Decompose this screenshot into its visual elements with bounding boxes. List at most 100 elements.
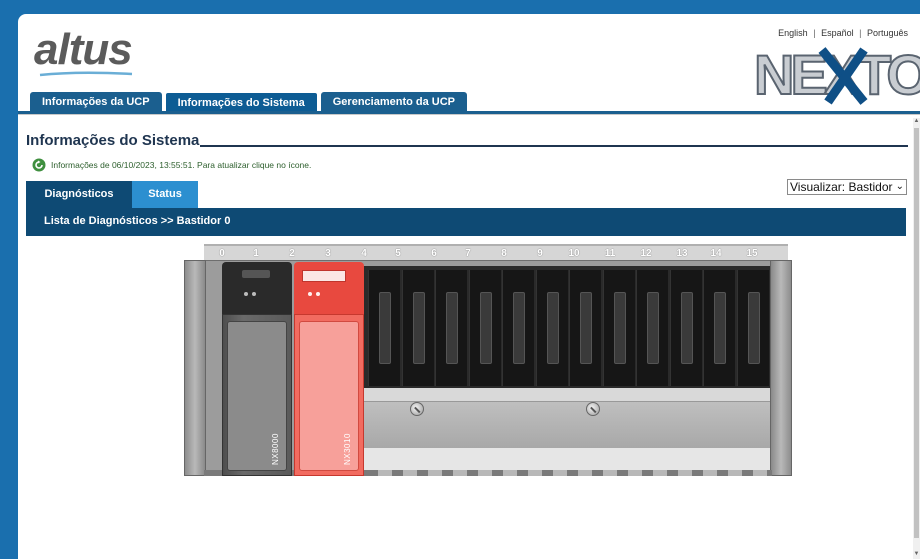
scroll-up-icon[interactable]: ▲ [913, 118, 920, 126]
refresh-icon[interactable] [32, 158, 46, 172]
slot-connector [412, 292, 425, 364]
tab-ucp-info[interactable]: Informações da UCP [30, 92, 162, 112]
lang-espanol[interactable]: Español [821, 28, 854, 38]
info-text: Informações de 06/10/2023, 13:55:51. Par… [51, 160, 312, 170]
tab-status[interactable]: Status [132, 181, 198, 208]
rack-plate [364, 402, 770, 448]
logo-text: altus [34, 25, 133, 74]
empty-slot[interactable] [569, 270, 601, 386]
empty-slot[interactable] [636, 270, 668, 386]
rack-left-end [184, 260, 206, 476]
empty-slot[interactable] [401, 270, 434, 386]
empty-slot[interactable] [435, 270, 467, 386]
module-nx3010[interactable]: NX3010 [294, 262, 364, 476]
slot-connector [379, 292, 391, 364]
slot-number: 0 [219, 248, 225, 259]
led-icon [244, 292, 248, 296]
empty-slot[interactable] [669, 270, 702, 386]
empty-slot[interactable] [502, 270, 534, 386]
slot-connector [546, 292, 559, 364]
lang-separator: | [859, 28, 862, 38]
empty-slot[interactable] [602, 270, 635, 386]
slot-number: 13 [676, 248, 688, 259]
led-icon [316, 292, 320, 296]
page-title: Informações do Sistema [26, 132, 200, 149]
rack-foot [503, 470, 517, 476]
rack-foot [553, 470, 567, 476]
scroll-down-icon[interactable]: ▼ [913, 551, 920, 559]
module-connector [242, 270, 270, 278]
rack-foot [378, 470, 392, 476]
slot-number: 12 [640, 248, 652, 259]
rack-foot [728, 470, 742, 476]
vertical-scrollbar[interactable]: ▲ ▼ [913, 118, 920, 559]
slot-number: 6 [431, 248, 437, 259]
slot-connector [747, 292, 760, 364]
tab-system-info[interactable]: Informações do Sistema [164, 92, 318, 112]
empty-slot[interactable] [368, 270, 400, 386]
rack-foot [528, 470, 542, 476]
slot-number: 1 [253, 248, 259, 259]
slot-number: 8 [501, 248, 507, 259]
chevron-down-icon: ⌄ [895, 181, 904, 192]
empty-slot[interactable] [535, 270, 568, 386]
tab-ucp-management[interactable]: Gerenciamento da UCP [320, 92, 468, 112]
rack-foot [453, 470, 467, 476]
slot-number: 2 [289, 248, 295, 259]
language-bar: English | Español | Português [778, 28, 908, 38]
slot-number: 7 [465, 248, 471, 259]
info-line: Informações de 06/10/2023, 13:55:51. Par… [32, 158, 311, 172]
led-icon [308, 292, 312, 296]
scroll-thumb[interactable] [914, 128, 919, 538]
altus-logo: altus [34, 25, 133, 77]
rack-view: 0 1 2 3 4 5 6 7 8 9 10 11 12 13 14 15 NX8000 [184, 244, 792, 484]
lang-portugues[interactable]: Português [867, 28, 908, 38]
slot-number-strip: 0 1 2 3 4 5 6 7 8 9 10 11 12 13 14 15 [204, 244, 788, 260]
rack-foot [753, 470, 767, 476]
rack-foot [603, 470, 617, 476]
rack-foot [653, 470, 667, 476]
rack-foot [628, 470, 642, 476]
slot-number: 3 [325, 248, 331, 259]
rack-foot [703, 470, 717, 476]
page-container: altus English | Español | Português NEXT… [18, 14, 920, 559]
screw-icon [586, 402, 600, 416]
slot-number: 5 [395, 248, 401, 259]
module-nx8000-head [222, 262, 292, 314]
lang-english[interactable]: English [778, 28, 808, 38]
title-rule [200, 145, 908, 147]
diagnostics-header: Lista de Diagnósticos >> Bastidor 0 [26, 208, 906, 236]
sub-tabs: Diagnósticos Status [26, 181, 198, 208]
rack-foot [403, 470, 417, 476]
slot-connector [714, 292, 726, 364]
view-select[interactable]: Visualizar: Bastidor ⌄ [787, 179, 907, 195]
slot-number: 15 [746, 248, 758, 259]
slot-connector [580, 292, 592, 364]
empty-slot[interactable] [736, 270, 769, 386]
lang-separator: | [813, 28, 816, 38]
module-display-window [302, 270, 346, 282]
rack-foot [678, 470, 692, 476]
slot-connector [446, 292, 458, 364]
main-tabs: Informações da UCP Informações do Sistem… [30, 92, 468, 112]
slot-connector [647, 292, 659, 364]
empty-slot[interactable] [468, 270, 501, 386]
led-icon [252, 292, 256, 296]
rack-bottom-panel [364, 448, 770, 470]
module-nx3010-label: NX3010 [343, 433, 352, 465]
slot-number: 14 [710, 248, 722, 259]
rack-foot [478, 470, 492, 476]
slot-connector [513, 292, 525, 364]
rack-rail [364, 388, 770, 402]
logo-swoosh-icon [39, 71, 133, 77]
module-nx8000[interactable]: NX8000 [222, 262, 292, 476]
slot-connector [680, 292, 693, 364]
rack-foot [578, 470, 592, 476]
empty-slot[interactable] [703, 270, 735, 386]
browser-frame: altus English | Español | Português NEXT… [0, 0, 920, 559]
slot-connector [613, 292, 626, 364]
slot-connector [479, 292, 492, 364]
tab-diagnostics[interactable]: Diagnósticos [26, 181, 132, 208]
slot-number: 9 [537, 248, 543, 259]
module-nx3010-head [294, 262, 364, 314]
